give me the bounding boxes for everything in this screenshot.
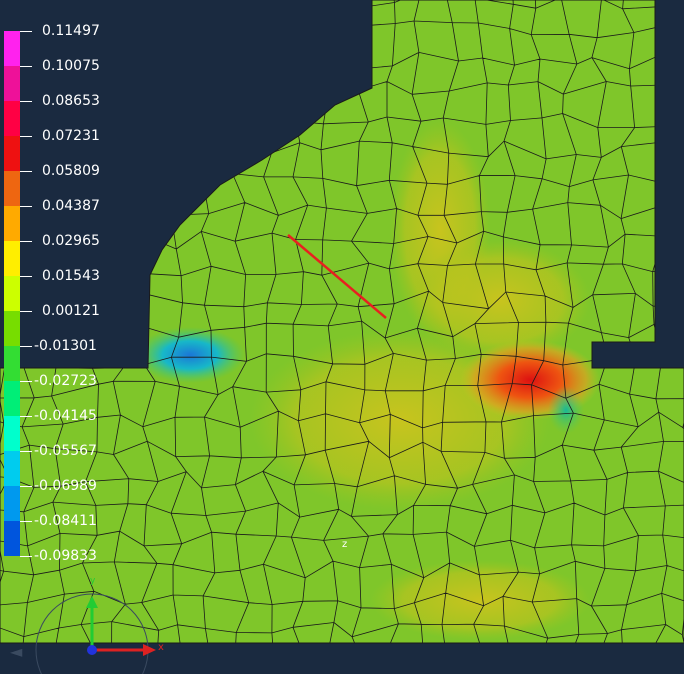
legend-tick xyxy=(20,101,32,102)
legend-label: -0.08411 xyxy=(34,513,97,529)
legend-tick xyxy=(20,416,32,417)
legend-label: 0.05809 xyxy=(42,163,100,179)
z-axis-label: z xyxy=(342,539,347,550)
legend-tick xyxy=(20,206,32,207)
legend-tick xyxy=(20,521,32,522)
legend-label: -0.05567 xyxy=(34,443,97,459)
legend-swatch xyxy=(4,451,20,486)
legend-swatch xyxy=(4,346,20,381)
legend-swatch xyxy=(4,486,20,521)
legend-label: 0.07231 xyxy=(42,128,100,144)
legend-swatch xyxy=(4,101,20,136)
legend-tick xyxy=(20,451,32,452)
legend-swatch xyxy=(4,276,20,311)
legend-swatch xyxy=(4,241,20,276)
legend-tick xyxy=(20,381,32,382)
legend-label: 0.00121 xyxy=(42,303,100,319)
legend-label: 0.04387 xyxy=(42,198,100,214)
x-axis-label: x xyxy=(158,642,164,653)
legend-tick xyxy=(20,241,32,242)
legend-swatch xyxy=(4,311,20,346)
legend-label: -0.02723 xyxy=(34,373,97,389)
legend-label: -0.06989 xyxy=(34,478,97,494)
color-legend: 0.11497 0.10075 0.08653 0.07231 0.05809 0.043… xyxy=(0,0,130,580)
legend-label: 0.02965 xyxy=(42,233,100,249)
legend-tick xyxy=(20,136,32,137)
legend-swatch xyxy=(4,171,20,206)
triad-arrow-icon: ◄ xyxy=(10,642,23,661)
legend-swatch xyxy=(4,31,20,66)
legend-tick xyxy=(20,276,32,277)
legend-swatch xyxy=(4,381,20,416)
legend-tick xyxy=(20,311,32,312)
legend-label: 0.01543 xyxy=(42,268,100,284)
legend-label: 0.08653 xyxy=(42,93,100,109)
legend-swatch xyxy=(4,521,20,556)
legend-tick xyxy=(20,556,32,557)
legend-label: 0.10075 xyxy=(42,58,100,74)
legend-tick xyxy=(20,346,32,347)
legend-label: -0.01301 xyxy=(34,338,97,354)
legend-label: -0.04145 xyxy=(34,408,97,424)
legend-label: -0.09833 xyxy=(34,548,97,564)
legend-swatch xyxy=(4,416,20,451)
legend-tick xyxy=(20,486,32,487)
legend-swatch xyxy=(4,136,20,171)
x-arrowhead xyxy=(143,644,156,656)
legend-swatch xyxy=(4,206,20,241)
legend-label: 0.11497 xyxy=(42,23,100,39)
z-axis-dot xyxy=(87,645,97,655)
legend-tick xyxy=(20,171,32,172)
legend-swatch xyxy=(4,66,20,101)
legend-tick xyxy=(20,66,32,67)
legend-tick xyxy=(20,31,32,32)
fea-viewport[interactable]: z x y ◄ 0.11497 0.10075 0.08653 0.07231 0.05… xyxy=(0,0,684,674)
